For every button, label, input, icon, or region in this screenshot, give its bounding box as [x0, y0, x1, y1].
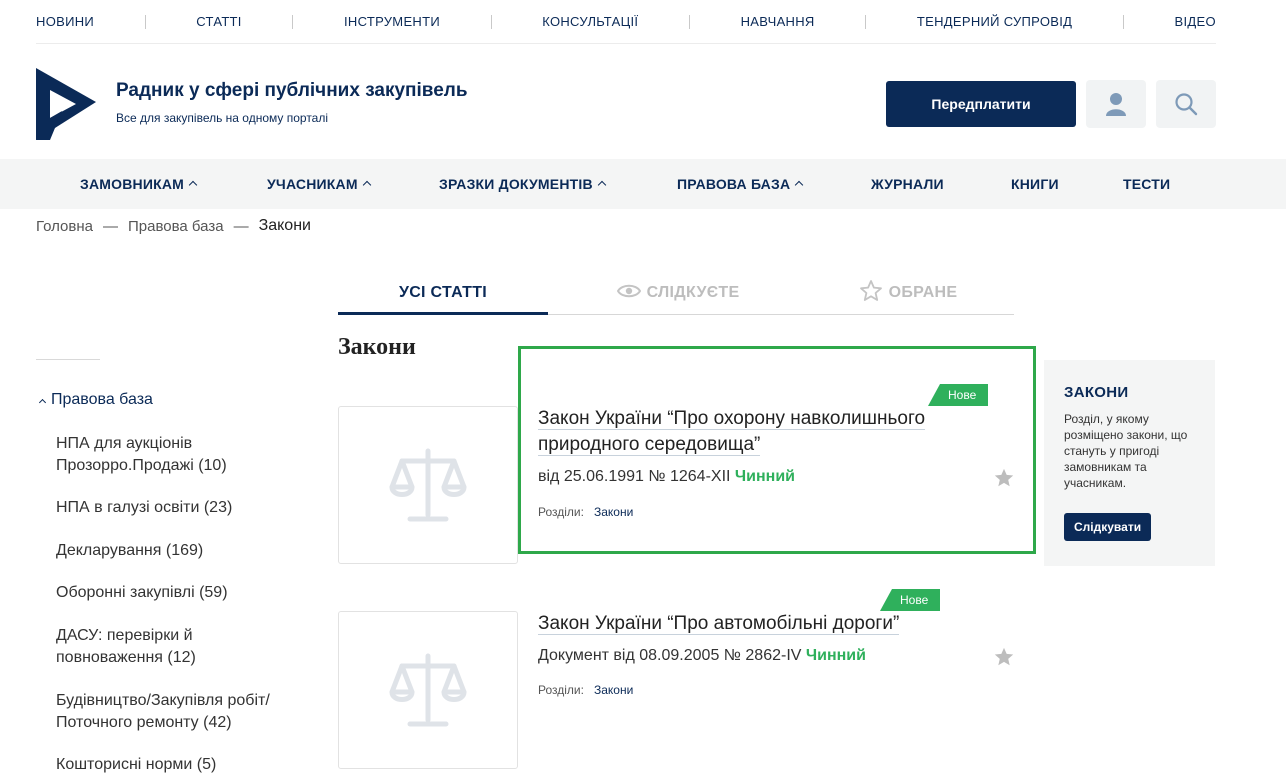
tab-label: ОБРАНЕ	[888, 284, 958, 301]
search-icon	[1175, 93, 1198, 116]
sections-label: Розділи:	[538, 505, 584, 519]
user-icon	[1106, 93, 1126, 116]
status-badge: Чинний	[734, 468, 795, 485]
subscribe-button[interactable]: Передплатити	[886, 81, 1076, 127]
article-title[interactable]: Закон України “Про охорону навколишнього…	[538, 406, 978, 458]
brand-subtitle: Все для закупівель на одному порталі	[116, 111, 329, 125]
tab-favorites[interactable]: ОБРАНЕ	[838, 272, 978, 315]
sidebar-item-estimate-norms[interactable]: Кошторисні норми (5)	[56, 754, 316, 776]
breadcrumb-home[interactable]: Головна	[36, 218, 93, 235]
breadcrumb-current: Закони	[258, 217, 311, 234]
topnav-separator	[688, 14, 690, 29]
tab-all-articles[interactable]: УСІ СТАТТІ	[338, 272, 548, 315]
article-meta: від 25.06.1991 № 1264-XII Чинний	[538, 468, 795, 486]
mainnav-label: ПРАВОВА БАЗА	[677, 176, 791, 192]
top-nav: НОВИНИ СТАТТІ ІНСТРУМЕНТИ КОНСУЛЬТАЦІЇ Н…	[36, 0, 1216, 44]
article-thumbnail[interactable]	[338, 406, 518, 564]
mainnav-label: ТЕСТИ	[1123, 176, 1171, 192]
article-title-text[interactable]: Закон України “Про автомобільні дороги”	[538, 613, 900, 635]
info-box-title: ЗАКОНИ	[1064, 384, 1129, 401]
chevron-up-icon	[362, 180, 371, 190]
follow-button[interactable]: Слідкувати	[1064, 513, 1152, 541]
section-link[interactable]: Закони	[594, 683, 633, 697]
star-icon[interactable]	[993, 646, 1015, 668]
mainnav-label: ЗРАЗКИ ДОКУМЕНТІВ	[439, 176, 593, 192]
tab-label: УСІ СТАТТІ	[398, 284, 488, 301]
chevron-up-icon	[597, 180, 607, 190]
sidebar-root-label: Правова база	[51, 391, 153, 408]
mainnav-legal-base[interactable]: ПРАВОВА БАЗА	[677, 159, 804, 209]
mainnav-label: ЗАМОВНИКАМ	[80, 176, 185, 192]
topnav-video[interactable]: ВІДЕО	[1175, 14, 1216, 29]
sections-label: Розділи:	[538, 683, 584, 697]
sidebar-item-declaration[interactable]: Декларування (169)	[56, 540, 316, 562]
topnav-separator	[865, 14, 867, 29]
mainnav-tests[interactable]: ТЕСТИ	[1123, 159, 1170, 209]
scales-icon	[389, 653, 467, 727]
sidebar-item-education[interactable]: НПА в галузі освіти (23)	[56, 497, 316, 519]
mainnav-books[interactable]: КНИГИ	[1011, 159, 1059, 209]
topnav-tender-support[interactable]: ТЕНДЕРНИЙ СУПРОВІД	[917, 14, 1072, 29]
topnav-news[interactable]: НОВИНИ	[36, 14, 94, 29]
mainnav-customers[interactable]: ЗАМОВНИКАМ	[80, 159, 198, 209]
status-badge: Чинний	[805, 647, 866, 664]
sidebar-item-prozorro-sales[interactable]: НПА для аукціонів Прозорро.Продажі (10)	[56, 433, 316, 477]
breadcrumb-separator: —	[103, 217, 118, 235]
section-info-box: ЗАКОНИ Розділ, у якому розміщено закони,…	[1044, 360, 1215, 566]
chevron-up-icon	[795, 180, 804, 190]
article-meta-text: від 25.06.1991 № 1264-XII	[538, 468, 731, 485]
tab-label: СЛІДКУЄТЕ	[646, 284, 740, 301]
user-account-button[interactable]	[1086, 80, 1146, 128]
sidebar-item-dasu[interactable]: ДАСУ: перевірки й повноваження (12)	[56, 625, 266, 669]
topnav-separator	[490, 14, 492, 29]
star-icon[interactable]	[993, 467, 1015, 489]
section-link[interactable]: Закони	[594, 505, 633, 519]
topnav-separator	[1122, 14, 1124, 29]
chevron-up-icon	[38, 398, 47, 406]
sidebar-item-defense[interactable]: Оборонні закупівлі (59)	[56, 582, 316, 604]
mainnav-participants[interactable]: УЧАСНИКАМ	[267, 159, 371, 209]
new-badge: Нове	[880, 589, 941, 611]
article-title[interactable]: Закон України “Про автомобільні дороги”	[538, 611, 978, 637]
article-sections: Розділи: Закони	[538, 683, 633, 697]
sidebar-root-legal-base[interactable]: Правова база	[38, 391, 153, 409]
sidebar-divider	[36, 359, 100, 360]
section-title: Закони	[338, 334, 416, 360]
topnav-articles[interactable]: СТАТТІ	[196, 14, 241, 29]
topnav-separator	[292, 14, 294, 29]
topnav-training[interactable]: НАВЧАННЯ	[741, 14, 815, 29]
star-outline-icon	[859, 279, 882, 301]
article-sections: Розділи: Закони	[538, 505, 633, 519]
brand-title[interactable]: Радник у сфері публічних закупівель	[116, 80, 468, 102]
breadcrumb-separator: —	[233, 217, 249, 235]
article-meta-text: Документ від 08.09.2005 № 2862-IV	[538, 647, 802, 664]
tab-following[interactable]: СЛІДКУЄТЕ	[598, 272, 758, 315]
breadcrumb-legal-base[interactable]: Правова база	[128, 218, 224, 235]
topnav-consultations[interactable]: КОНСУЛЬТАЦІЇ	[542, 14, 638, 29]
search-button[interactable]	[1156, 80, 1216, 128]
chevron-up-icon	[188, 180, 198, 190]
logo-icon[interactable]	[36, 68, 96, 140]
article-thumbnail[interactable]	[338, 611, 518, 769]
sidebar-item-construction[interactable]: Будівництво/Закупівля робіт/ Поточного р…	[56, 690, 306, 734]
topnav-separator	[144, 14, 146, 29]
topnav-tools[interactable]: ІНСТРУМЕНТИ	[344, 14, 440, 29]
breadcrumb: Головна — Правова база — Закони	[36, 217, 311, 235]
mainnav-label: КНИГИ	[1011, 176, 1059, 192]
mainnav-document-samples[interactable]: ЗРАЗКИ ДОКУМЕНТІВ	[439, 159, 607, 209]
info-box-text: Розділ, у якому розміщено закони, що ста…	[1064, 412, 1188, 490]
mainnav-label: ЖУРНАЛИ	[871, 176, 944, 192]
eye-icon	[616, 284, 641, 298]
scales-icon	[389, 448, 467, 522]
main-nav: ЗАМОВНИКАМ УЧАСНИКАМ ЗРАЗКИ ДОКУМЕНТІВ П…	[0, 159, 1286, 209]
mainnav-journals[interactable]: ЖУРНАЛИ	[871, 159, 944, 209]
article-title-text[interactable]: Закон України “Про охорону навколишнього…	[538, 408, 926, 456]
mainnav-label: УЧАСНИКАМ	[267, 176, 358, 192]
article-meta: Документ від 08.09.2005 № 2862-IV Чинний	[538, 647, 866, 665]
article-tabs: УСІ СТАТТІ СЛІДКУЄТЕ ОБРАНЕ	[338, 272, 1014, 315]
